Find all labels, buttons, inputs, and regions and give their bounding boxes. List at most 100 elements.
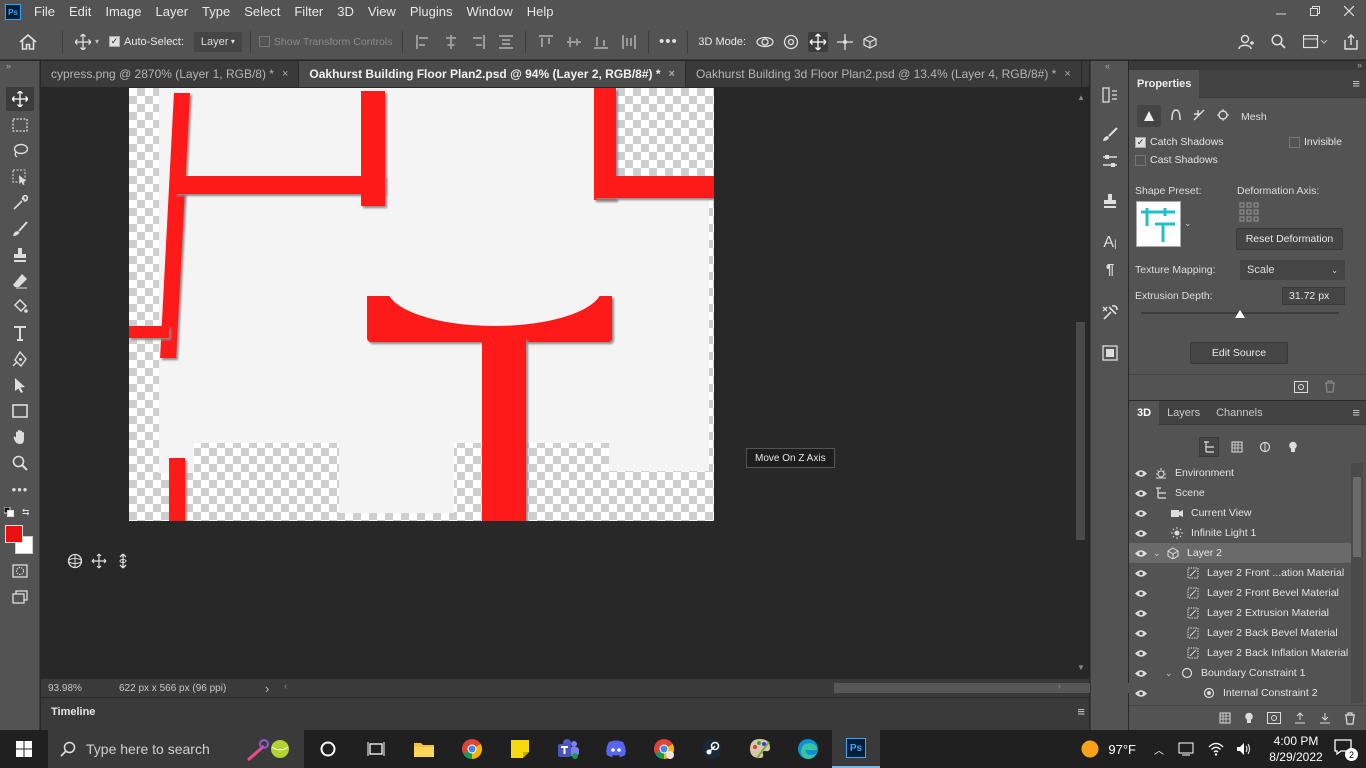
scene-row-environment[interactable]: Environment (1129, 463, 1351, 483)
wifi-icon[interactable] (1208, 742, 1224, 756)
coordinates-tab-button[interactable] (1216, 108, 1230, 122)
visibility-eye-icon[interactable] (1129, 689, 1153, 698)
texture-mapping-dropdown[interactable]: Scale ⌄ (1240, 260, 1345, 280)
3d-panel-button[interactable] (1097, 341, 1123, 365)
teams-button[interactable] (544, 730, 592, 768)
scroll-down-icon[interactable]: ▼ (1077, 663, 1085, 672)
invisible-toggle[interactable]: Invisible (1289, 136, 1342, 148)
default-colors-icon[interactable] (4, 507, 14, 517)
history-panel-button[interactable] (1097, 83, 1123, 107)
cortana-button[interactable] (304, 730, 352, 768)
collapse-panels-icon[interactable]: » (1357, 60, 1362, 70)
menu-filter[interactable]: Filter (287, 0, 330, 24)
distribute-vertical-icon[interactable] (621, 34, 636, 49)
add-light-icon[interactable] (1244, 712, 1254, 724)
move-tool-preset[interactable]: ▾ (69, 24, 105, 60)
share-export-icon[interactable] (1343, 33, 1358, 50)
menu-select[interactable]: Select (237, 0, 287, 24)
document-canvas[interactable] (129, 88, 714, 521)
scene-row-front-inflation-material[interactable]: Layer 2 Front ...ation Material (1129, 563, 1351, 583)
auto-select-dropdown[interactable]: Layer ▾ (193, 31, 242, 52)
clock[interactable]: 4:00 PM 8/29/2022 (1264, 733, 1328, 765)
zoom-level[interactable]: 93.98% (41, 683, 89, 694)
vertical-scroll-thumb[interactable] (1076, 322, 1085, 540)
eyedropper-tool[interactable] (6, 191, 34, 215)
catch-shadows-toggle[interactable]: ✓ Catch Shadows (1135, 136, 1224, 148)
search-icon[interactable] (1271, 34, 1286, 49)
visibility-eye-icon[interactable] (1129, 549, 1153, 558)
transform-controls-checkbox[interactable] (258, 36, 270, 47)
scroll-up-icon[interactable]: ▲ (1077, 93, 1085, 102)
menu-window[interactable]: Window (459, 0, 519, 24)
scene-row-boundary-constraint[interactable]: ⌄ Boundary Constraint 1 (1129, 663, 1351, 683)
visibility-eye-icon[interactable] (1129, 629, 1153, 638)
discord-button[interactable] (592, 730, 640, 768)
transform-controls-toggle[interactable]: Show Transform Controls (258, 24, 392, 60)
chrome-button[interactable] (448, 730, 496, 768)
slide-3d-icon[interactable] (836, 33, 853, 50)
steam-button[interactable] (688, 730, 736, 768)
marquee-tool[interactable] (6, 113, 34, 137)
delete-icon[interactable] (1344, 711, 1356, 725)
screen-mode-button[interactable] (6, 585, 34, 609)
drag-3d-icon[interactable] (808, 31, 829, 52)
tab-cypress[interactable]: cypress.png @ 2870% (Layer 1, RGB/8) * × (41, 61, 300, 87)
scene-row-back-bevel-material[interactable]: Layer 2 Back Bevel Material (1129, 623, 1351, 643)
cap-tab-button[interactable] (1192, 108, 1206, 122)
3d-panel-menu-icon[interactable]: ≡ (1352, 405, 1360, 420)
swap-colors-icon[interactable]: ⇆ (22, 507, 30, 518)
adjustments-button[interactable] (1097, 149, 1123, 173)
expand-chevron-icon[interactable]: ⌄ (1165, 668, 1179, 679)
eraser-tool[interactable] (6, 269, 34, 293)
menu-edit[interactable]: Edit (62, 0, 98, 24)
scene-tree-scrollbar[interactable] (1351, 463, 1363, 703)
filter-meshes-button[interactable] (1227, 437, 1247, 457)
menu-help[interactable]: Help (520, 0, 561, 24)
visibility-eye-icon[interactable] (1129, 489, 1153, 498)
path-select-tool[interactable] (6, 373, 34, 397)
restore-button[interactable] (1298, 0, 1332, 22)
filter-whole-scene-button[interactable] (1199, 437, 1219, 457)
visibility-eye-icon[interactable] (1129, 589, 1153, 598)
visibility-eye-icon[interactable] (1129, 569, 1153, 578)
vertical-scrollbar[interactable]: ▲ ▼ (1073, 87, 1089, 679)
distribute-icon[interactable] (498, 34, 513, 49)
quick-mask-button[interactable] (6, 559, 34, 583)
doc-info-menu-arrow[interactable]: › (265, 681, 269, 696)
roll-3d-icon[interactable] (783, 34, 799, 50)
tab-layers[interactable]: Layers (1159, 401, 1208, 425)
horizontal-scrollbar[interactable]: ‹ › (281, 679, 1156, 697)
visibility-eye-icon[interactable] (1129, 609, 1153, 618)
collapse-tools-icon[interactable]: » (6, 61, 34, 71)
tab-floor-plan2[interactable]: Oakhurst Building Floor Plan2.psd @ 94% … (299, 61, 686, 87)
menu-image[interactable]: Image (98, 0, 148, 24)
share-user-icon[interactable] (1238, 34, 1255, 50)
close-tab-icon[interactable]: × (282, 68, 288, 80)
align-left-icon[interactable] (416, 34, 430, 49)
pan-axis-icon[interactable] (91, 553, 107, 569)
properties-tab[interactable]: Properties (1129, 69, 1200, 98)
auto-select-checkbox[interactable]: ✓ (109, 36, 120, 47)
visibility-eye-icon[interactable] (1129, 669, 1153, 678)
align-top-icon[interactable] (539, 34, 554, 49)
visibility-eye-icon[interactable] (1129, 649, 1153, 658)
align-right-icon[interactable] (471, 34, 486, 49)
edit-toolbar-button[interactable]: ••• (6, 477, 34, 501)
menu-plugins[interactable]: Plugins (403, 0, 460, 24)
extrusion-depth-input[interactable]: 31.72 px (1282, 287, 1345, 305)
scene-row-extrusion-material[interactable]: Layer 2 Extrusion Material (1129, 603, 1351, 623)
close-tab-icon[interactable]: × (1064, 68, 1070, 80)
scene-row-back-inflation-material[interactable]: Layer 2 Back Inflation Material (1129, 643, 1351, 663)
zoom-tool[interactable] (6, 451, 34, 475)
extrusion-depth-slider[interactable] (1141, 310, 1339, 318)
edge-button[interactable] (784, 730, 832, 768)
home-button[interactable] (0, 24, 56, 60)
photoshop-taskbar-button[interactable]: Ps (832, 730, 880, 768)
workspace-icon[interactable] (1302, 34, 1327, 49)
scene-row-front-bevel-material[interactable]: Layer 2 Front Bevel Material (1129, 583, 1351, 603)
filter-lights-button[interactable] (1283, 437, 1303, 457)
shape-preset-thumbnail[interactable] (1136, 201, 1181, 247)
render-icon[interactable] (1294, 381, 1308, 393)
catch-shadows-checkbox[interactable]: ✓ (1135, 136, 1146, 148)
paragraph-panel-button[interactable]: ¶ (1097, 257, 1123, 281)
